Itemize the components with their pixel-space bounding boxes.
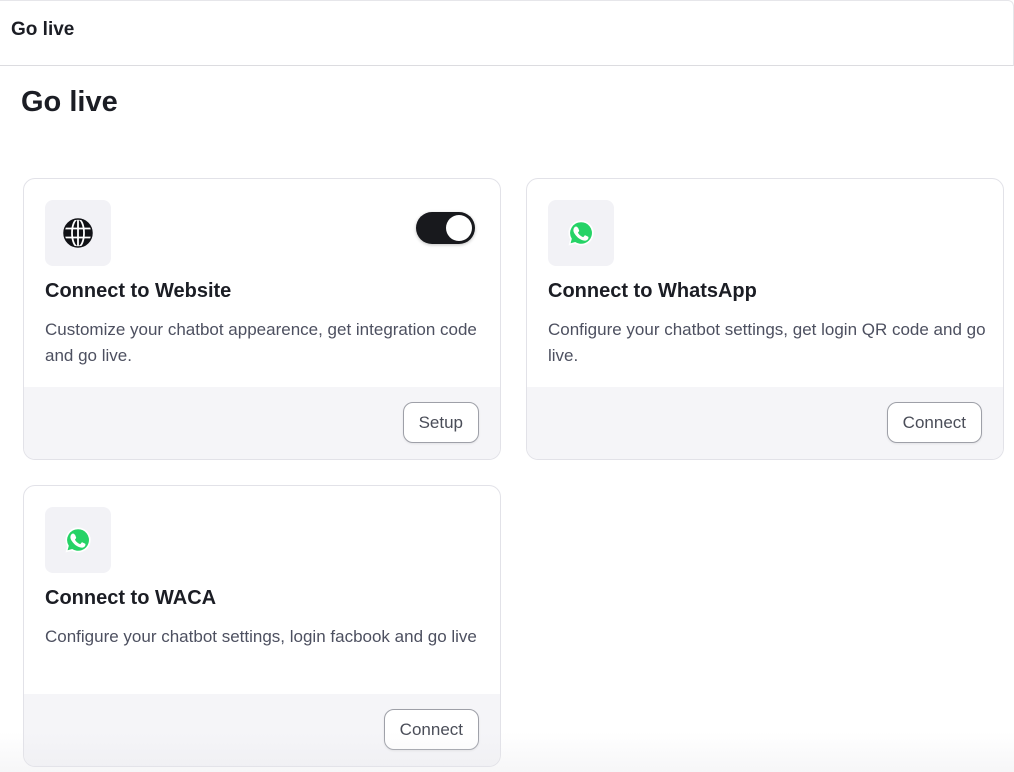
icon-box bbox=[548, 200, 614, 266]
toggle-knob bbox=[446, 215, 472, 241]
website-card: Connect to Website Customize your chatbo… bbox=[23, 178, 501, 460]
setup-button[interactable]: Setup bbox=[402, 402, 479, 443]
card-title: Connect to WhatsApp bbox=[548, 280, 757, 302]
page-title: Go live bbox=[21, 86, 118, 118]
card-description: Customize your chatbot appearence, get i… bbox=[45, 320, 477, 365]
card-title: Connect to Website bbox=[45, 280, 232, 302]
whatsapp-icon bbox=[65, 527, 91, 553]
card-description: Configure your chatbot settings, login f… bbox=[45, 627, 477, 646]
waca-card: Connect to WACA Configure your chatbot s… bbox=[23, 485, 501, 767]
top-bar: Go live bbox=[0, 0, 1014, 66]
icon-box bbox=[45, 507, 111, 573]
card-title: Connect to WACA bbox=[45, 587, 217, 609]
globe-icon bbox=[63, 218, 93, 248]
connect-waca-button[interactable]: Connect bbox=[383, 709, 479, 750]
card-description: Configure your chatbot settings, get log… bbox=[548, 320, 986, 365]
whatsapp-icon bbox=[568, 220, 594, 246]
icon-box bbox=[45, 200, 111, 266]
website-live-toggle[interactable] bbox=[416, 212, 475, 244]
whatsapp-card: Connect to WhatsApp Configure your chatb… bbox=[526, 178, 1004, 460]
connect-whatsapp-button[interactable]: Connect bbox=[886, 402, 982, 443]
top-bar-title: Go live bbox=[11, 19, 75, 40]
